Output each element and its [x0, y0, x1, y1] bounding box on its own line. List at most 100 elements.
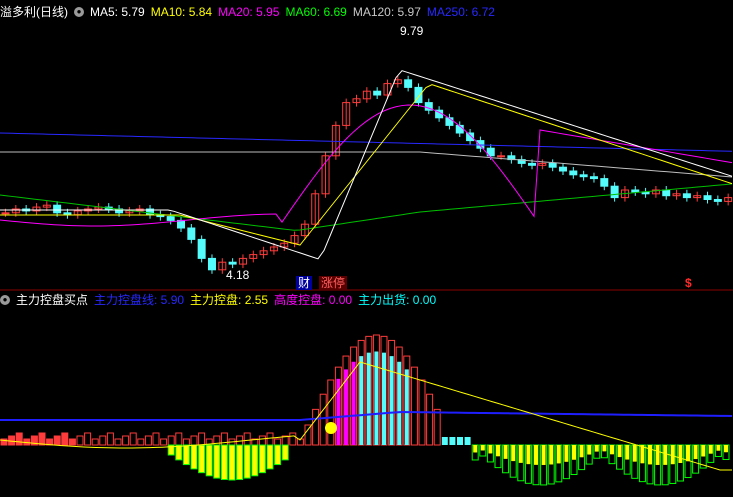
bar-up [426, 393, 434, 446]
bar-down [449, 437, 456, 445]
bar-up [190, 435, 198, 446]
bar-neg-fill [541, 445, 546, 465]
bar-up [319, 393, 327, 446]
candle [528, 162, 537, 166]
indicator-menu-icon[interactable]: ● [0, 295, 10, 305]
bar-fill [366, 352, 371, 445]
bar-neg-fill [701, 445, 706, 457]
bar-neg-fill [625, 445, 630, 460]
candle [63, 212, 72, 216]
bar-neg-fill [473, 445, 478, 453]
control-line-label: 主力控盘线: 5.90 [94, 293, 185, 307]
bar-neg-fill [632, 445, 637, 462]
high-price-label: 9.79 [400, 24, 424, 38]
bar-neg-fill [526, 445, 531, 465]
bar-up [182, 438, 190, 446]
bar-neg-fill [678, 445, 683, 464]
bar-neg-fill [534, 445, 538, 465]
bar-neg-fill [564, 445, 569, 462]
candle [207, 257, 216, 271]
candle [197, 238, 206, 259]
bar-up [160, 438, 168, 446]
candle [177, 219, 186, 229]
bar-neg-fill [686, 445, 690, 462]
bar-neg-fill [617, 445, 622, 458]
bar-up [243, 432, 251, 446]
bar-up [274, 438, 282, 446]
bar-up [266, 432, 274, 446]
bar-up [122, 435, 130, 446]
candle [497, 155, 506, 158]
bar-neg [190, 444, 198, 470]
main-price-panel [0, 70, 733, 274]
bar-up [68, 438, 76, 446]
indicator-title[interactable]: 主力控盘买点 [16, 290, 88, 310]
candle [1, 212, 10, 215]
candle [703, 195, 712, 200]
stock-title[interactable]: 溢多利(日线) [0, 2, 68, 22]
candle [53, 204, 62, 214]
finance-badge[interactable]: 财 [296, 276, 313, 290]
bar-neg [198, 444, 206, 474]
candle [228, 261, 237, 265]
candle [166, 216, 175, 221]
bar-neg-fill [503, 445, 508, 459]
high-control-label: 高度控盘: 0.00 [274, 293, 353, 307]
candle [579, 174, 588, 178]
bar-neg-fill [518, 445, 523, 463]
bar-neg [182, 444, 190, 466]
bar-neg-fill [693, 445, 698, 460]
low-price-label: 4.18 [226, 268, 250, 282]
bar-fill [374, 351, 379, 445]
bar-neg-fill [579, 445, 584, 458]
bar-up [304, 424, 312, 446]
ma5-label: MA5: 5.79 [90, 5, 145, 19]
dollar-badge[interactable]: $ [683, 276, 694, 290]
stock-chart[interactable] [0, 0, 733, 497]
bar-neg-fill [556, 445, 561, 464]
bar-up [175, 432, 183, 446]
bar-neg [281, 444, 289, 461]
bar-up [53, 435, 61, 446]
bar-neg [213, 444, 221, 479]
ma10-label: MA10: 5.84 [150, 5, 213, 19]
bar-up [312, 408, 320, 446]
candle [558, 166, 567, 172]
main-header: 溢多利(日线) ● MA5: 5.79 MA10: 5.84 MA20: 5.9… [0, 2, 501, 22]
candle [548, 162, 557, 168]
bar-up [114, 438, 122, 446]
candle [476, 140, 485, 149]
limit-up-badge[interactable]: 涨停 [319, 276, 348, 290]
bar-neg-fill [602, 445, 607, 452]
bar-up [61, 432, 69, 446]
bar-up [137, 438, 145, 446]
candle [610, 185, 619, 199]
bar-neg [258, 444, 266, 474]
candle [569, 170, 578, 176]
ma250-label: MA250: 6.72 [426, 5, 495, 19]
bar-neg-fill [549, 445, 554, 465]
ma20-label: MA20: 5.95 [218, 5, 280, 19]
bar-up [84, 432, 92, 446]
candle [187, 227, 196, 240]
indicator-panel [0, 334, 733, 486]
ma120-line [0, 151, 733, 178]
bar-fill [389, 356, 394, 445]
bar-up [106, 432, 114, 446]
settings-icon[interactable]: ● [74, 7, 84, 17]
candle [466, 132, 475, 142]
bar-fill [351, 361, 356, 445]
bar-neg [205, 444, 213, 477]
candle [373, 90, 382, 96]
bar-up [289, 432, 297, 446]
bar-up [129, 432, 137, 446]
bar-neg [251, 444, 259, 477]
bar-neg-fill [488, 445, 493, 454]
bar-neg [175, 444, 183, 461]
bar-neg-fill [496, 445, 500, 457]
bar-neg-fill [480, 445, 485, 451]
bar-up [433, 408, 441, 446]
control-label: 主力控盘: 2.55 [190, 293, 269, 307]
candle [404, 79, 413, 88]
candle [713, 199, 722, 202]
